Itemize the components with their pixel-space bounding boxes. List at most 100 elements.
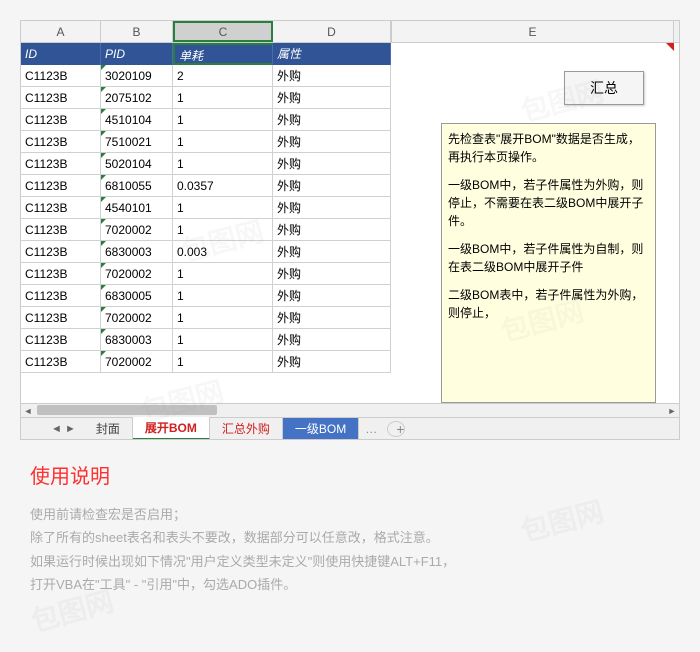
- cell-pid[interactable]: 6830003: [101, 241, 173, 262]
- scroll-thumb[interactable]: [37, 405, 217, 415]
- scroll-track[interactable]: [35, 405, 665, 417]
- cell-consumption[interactable]: 1: [173, 307, 273, 328]
- table-row[interactable]: C1123B75100211外购: [21, 131, 391, 153]
- instructions-section: 使用说明 使用前请检查宏是否启用； 除了所有的sheet表名和表头不要改，数据部…: [30, 460, 670, 597]
- table-row[interactable]: C1123B30201092外购: [21, 65, 391, 87]
- cell-attribute[interactable]: 外购: [273, 241, 391, 262]
- table-row[interactable]: C1123B68300051外购: [21, 285, 391, 307]
- cell-pid[interactable]: 6830005: [101, 285, 173, 306]
- cell-id[interactable]: C1123B: [21, 131, 101, 152]
- cell-consumption[interactable]: 1: [173, 87, 273, 108]
- cell-pid[interactable]: 4510104: [101, 109, 173, 130]
- cell-id[interactable]: C1123B: [21, 197, 101, 218]
- cell-consumption[interactable]: 1: [173, 285, 273, 306]
- cell-attribute[interactable]: 外购: [273, 65, 391, 86]
- header-attribute[interactable]: 属性: [273, 43, 391, 65]
- scroll-left-icon[interactable]: ◄: [21, 406, 35, 416]
- cell-attribute[interactable]: 外购: [273, 329, 391, 350]
- cell-pid[interactable]: 7020002: [101, 351, 173, 372]
- col-header-a[interactable]: A: [21, 21, 101, 42]
- instruction-line: 除了所有的sheet表名和表头不要改，数据部分可以任意改，格式注意。: [30, 526, 670, 549]
- horizontal-scrollbar[interactable]: ◄ ►: [21, 403, 679, 417]
- table-row[interactable]: C1123B68300030.003外购: [21, 241, 391, 263]
- table-row[interactable]: C1123B70200021外购: [21, 263, 391, 285]
- col-header-d[interactable]: D: [273, 21, 391, 42]
- cell-attribute[interactable]: 外购: [273, 263, 391, 284]
- cell-id[interactable]: C1123B: [21, 285, 101, 306]
- cell-consumption[interactable]: 1: [173, 131, 273, 152]
- cell-id[interactable]: C1123B: [21, 109, 101, 130]
- cell-consumption[interactable]: 1: [173, 153, 273, 174]
- cell-id[interactable]: C1123B: [21, 87, 101, 108]
- col-header-c[interactable]: C: [173, 21, 273, 42]
- cell-attribute[interactable]: 外购: [273, 87, 391, 108]
- grid-area: ID PID 单耗 属性 C1123B30201092外购C1123B20751…: [21, 43, 679, 413]
- info-text: 一级BOM中，若子件属性为自制，则在表二级BOM中展开子件: [448, 240, 649, 276]
- cell-pid[interactable]: 3020109: [101, 65, 173, 86]
- cell-consumption[interactable]: 0.003: [173, 241, 273, 262]
- cell-id[interactable]: C1123B: [21, 307, 101, 328]
- cell-consumption[interactable]: 1: [173, 109, 273, 130]
- tab-summary-purchase[interactable]: 汇总外购: [210, 418, 283, 439]
- cell-pid[interactable]: 2075102: [101, 87, 173, 108]
- col-header-e[interactable]: E: [391, 21, 674, 42]
- cell-pid[interactable]: 6810055: [101, 175, 173, 196]
- col-header-b[interactable]: B: [101, 21, 173, 42]
- cell-id[interactable]: C1123B: [21, 241, 101, 262]
- cell-id[interactable]: C1123B: [21, 329, 101, 350]
- cell-attribute[interactable]: 外购: [273, 131, 391, 152]
- cell-consumption[interactable]: 1: [173, 329, 273, 350]
- cell-consumption[interactable]: 1: [173, 219, 273, 240]
- cell-id[interactable]: C1123B: [21, 351, 101, 372]
- table-row[interactable]: C1123B68300031外购: [21, 329, 391, 351]
- cell-attribute[interactable]: 外购: [273, 175, 391, 196]
- cell-id[interactable]: C1123B: [21, 153, 101, 174]
- sheet-tab-bar: ◄ ► 封面 展开BOM 汇总外购 一级BOM … +: [21, 417, 679, 439]
- cell-pid[interactable]: 5020104: [101, 153, 173, 174]
- info-box: 先检查表"展开BOM"数据是否生成，再执行本页操作。 一级BOM中，若子件属性为…: [441, 123, 656, 403]
- cell-pid[interactable]: 4540101: [101, 197, 173, 218]
- cell-attribute[interactable]: 外购: [273, 351, 391, 372]
- cell-pid[interactable]: 7020002: [101, 219, 173, 240]
- table-row[interactable]: C1123B45101041外购: [21, 109, 391, 131]
- cell-attribute[interactable]: 外购: [273, 197, 391, 218]
- tab-more[interactable]: …: [359, 422, 383, 436]
- table-row[interactable]: C1123B20751021外购: [21, 87, 391, 109]
- cell-id[interactable]: C1123B: [21, 65, 101, 86]
- header-id[interactable]: ID: [21, 43, 101, 65]
- table-row[interactable]: C1123B70200021外购: [21, 351, 391, 373]
- cell-attribute[interactable]: 外购: [273, 153, 391, 174]
- cell-consumption[interactable]: 1: [173, 197, 273, 218]
- cell-pid[interactable]: 7510021: [101, 131, 173, 152]
- cell-pid[interactable]: 6830003: [101, 329, 173, 350]
- table-row[interactable]: C1123B70200021外购: [21, 307, 391, 329]
- cell-consumption[interactable]: 1: [173, 263, 273, 284]
- scroll-right-icon[interactable]: ►: [665, 406, 679, 416]
- cell-attribute[interactable]: 外购: [273, 307, 391, 328]
- tab-nav-arrows[interactable]: ◄ ►: [51, 423, 76, 435]
- instruction-line: 如果运行时候出现如下情况"用户定义类型未定义"则使用快捷键ALT+F11，: [30, 550, 670, 573]
- cell-attribute[interactable]: 外购: [273, 109, 391, 130]
- table-row[interactable]: C1123B70200021外购: [21, 219, 391, 241]
- cell-attribute[interactable]: 外购: [273, 219, 391, 240]
- tab-level1-bom[interactable]: 一级BOM: [283, 418, 359, 439]
- cell-attribute[interactable]: 外购: [273, 285, 391, 306]
- cell-consumption[interactable]: 0.0357: [173, 175, 273, 196]
- cell-pid[interactable]: 7020002: [101, 263, 173, 284]
- header-consumption[interactable]: 单耗: [173, 43, 273, 65]
- side-panel: 汇总 先检查表"展开BOM"数据是否生成，再执行本页操作。 一级BOM中，若子件…: [391, 43, 674, 413]
- cell-consumption[interactable]: 2: [173, 65, 273, 86]
- tab-expand-bom[interactable]: 展开BOM: [133, 417, 210, 440]
- table-row[interactable]: C1123B45401011外购: [21, 197, 391, 219]
- add-sheet-icon[interactable]: +: [387, 421, 405, 437]
- tab-cover[interactable]: 封面: [84, 418, 133, 439]
- summary-button[interactable]: 汇总: [564, 71, 644, 105]
- header-pid[interactable]: PID: [101, 43, 173, 65]
- table-row[interactable]: C1123B68100550.0357外购: [21, 175, 391, 197]
- cell-id[interactable]: C1123B: [21, 175, 101, 196]
- cell-id[interactable]: C1123B: [21, 263, 101, 284]
- table-row[interactable]: C1123B50201041外购: [21, 153, 391, 175]
- cell-id[interactable]: C1123B: [21, 219, 101, 240]
- cell-pid[interactable]: 7020002: [101, 307, 173, 328]
- cell-consumption[interactable]: 1: [173, 351, 273, 372]
